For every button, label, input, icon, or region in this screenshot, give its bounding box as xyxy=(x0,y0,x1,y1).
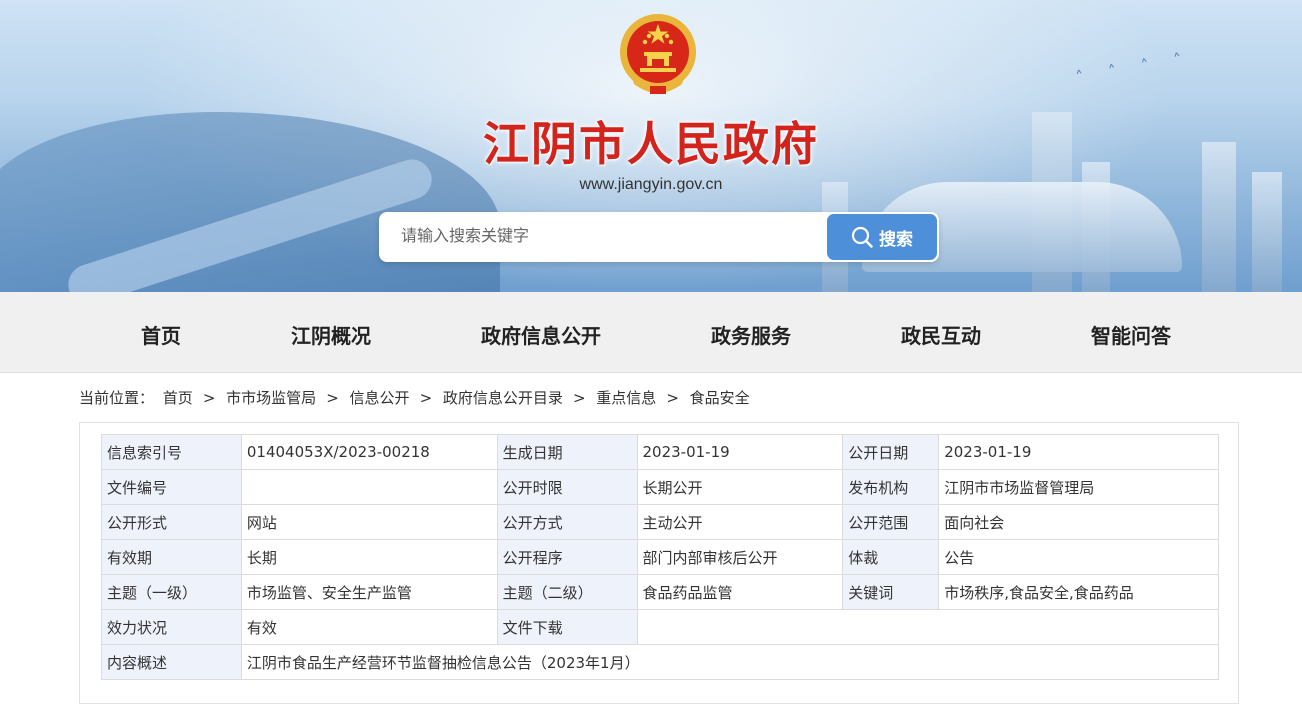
nav-item-interaction[interactable]: 政民互动 xyxy=(901,320,981,349)
national-emblem-icon xyxy=(620,14,696,94)
field-value: 2023-01-19 xyxy=(636,434,844,470)
field-value xyxy=(240,469,498,505)
field-value: 主动公开 xyxy=(636,504,844,540)
table-row: 信息索引号 01404053X/2023-00218 生成日期 2023-01-… xyxy=(101,434,1219,470)
breadcrumb-item[interactable]: 重点信息 xyxy=(596,389,656,407)
info-panel: 信息索引号 01404053X/2023-00218 生成日期 2023-01-… xyxy=(79,422,1239,704)
field-value: 江阴市市场监督管理局 xyxy=(938,469,1219,505)
field-label: 公开范围 xyxy=(842,504,940,540)
field-value: 长期 xyxy=(240,539,498,575)
field-value: 市场监管、安全生产监管 xyxy=(240,574,498,610)
breadcrumb-item[interactable]: 政府信息公开目录 xyxy=(443,389,563,407)
table-row: 内容概述 江阴市食品生产经营环节监督抽检信息公告（2023年1月） xyxy=(101,644,1220,680)
field-label: 主题（一级） xyxy=(101,574,242,610)
site-title: 江阴市人民政府 xyxy=(483,117,819,171)
field-label: 主题（二级） xyxy=(496,574,638,610)
info-table: 信息索引号 01404053X/2023-00218 生成日期 2023-01-… xyxy=(101,434,1220,680)
search-bar: 搜索 xyxy=(379,212,939,262)
breadcrumb-separator: > xyxy=(419,389,433,407)
field-label: 关键词 xyxy=(842,574,940,610)
header-banner: ˄ ˄ ˄ ˄ 江阴市人民政府 www.jiangyin.gov.cn 搜索 xyxy=(0,0,1302,292)
table-row: 效力状况 有效 文件下载 xyxy=(101,609,1219,645)
breadcrumb-prefix: 当前位置： xyxy=(79,389,155,407)
field-label: 公开形式 xyxy=(101,504,242,540)
nav-item-home[interactable]: 首页 xyxy=(141,320,181,349)
field-value: 部门内部审核后公开 xyxy=(636,539,844,575)
breadcrumb-separator: > xyxy=(666,389,679,407)
field-label: 公开日期 xyxy=(842,434,940,470)
nav-item-overview[interactable]: 江阴概况 xyxy=(291,320,371,349)
field-value: 长期公开 xyxy=(636,469,844,505)
field-value-summary: 江阴市食品生产经营环节监督抽检信息公告（2023年1月） xyxy=(240,644,1220,680)
field-value: 网站 xyxy=(240,504,498,540)
field-label: 文件编号 xyxy=(101,469,242,505)
breadcrumb-item[interactable]: 首页 xyxy=(163,389,193,407)
search-icon xyxy=(851,226,873,248)
site-url: www.jiangyin.gov.cn xyxy=(579,176,723,193)
search-input[interactable] xyxy=(379,212,819,262)
field-label: 信息索引号 xyxy=(101,434,242,470)
breadcrumb-separator: > xyxy=(572,389,586,407)
field-label: 发布机构 xyxy=(842,469,940,505)
field-label-download: 文件下载 xyxy=(496,609,638,645)
breadcrumb-separator: > xyxy=(326,389,339,407)
field-label-summary: 内容概述 xyxy=(101,644,242,680)
table-row: 公开形式 网站 公开方式 主动公开 公开范围 面向社会 xyxy=(101,504,1219,540)
field-value: 2023-01-19 xyxy=(938,434,1219,470)
search-button-label: 搜索 xyxy=(879,229,913,250)
field-label: 体裁 xyxy=(842,539,940,575)
table-row: 有效期 长期 公开程序 部门内部审核后公开 体裁 公告 xyxy=(101,539,1219,575)
field-label-validity: 效力状况 xyxy=(101,609,242,645)
field-label: 生成日期 xyxy=(496,434,638,470)
field-value: 市场秩序,食品安全,食品药品 xyxy=(938,574,1219,610)
field-value: 01404053X/2023-00218 xyxy=(240,434,498,470)
breadcrumb-item[interactable]: 市市场监管局 xyxy=(226,389,316,407)
breadcrumb-item[interactable]: 信息公开 xyxy=(350,389,410,407)
nav-item-info-disclosure[interactable]: 政府信息公开 xyxy=(481,320,601,349)
breadcrumb-item-current[interactable]: 食品安全 xyxy=(690,389,750,407)
nav-item-qa[interactable]: 智能问答 xyxy=(1091,320,1171,349)
field-value: 面向社会 xyxy=(938,504,1219,540)
breadcrumb: 当前位置： 首页 > 市市场监管局 > 信息公开 > 政府信息公开目录 > 重点信息 > … xyxy=(79,387,754,408)
table-row: 主题（一级） 市场监管、安全生产监管 主题（二级） 食品药品监管 关键词 市场秩… xyxy=(101,574,1219,610)
field-label: 公开程序 xyxy=(496,539,638,575)
field-value: 公告 xyxy=(938,539,1219,575)
field-label: 公开方式 xyxy=(496,504,638,540)
breadcrumb-separator: > xyxy=(202,389,216,407)
field-value: 食品药品监管 xyxy=(636,574,844,610)
search-button[interactable]: 搜索 xyxy=(827,214,937,260)
nav-item-services[interactable]: 政务服务 xyxy=(711,320,791,349)
field-label: 公开时限 xyxy=(496,469,638,505)
table-row: 文件编号 公开时限 长期公开 发布机构 江阴市市场监督管理局 xyxy=(101,469,1219,505)
field-value-validity: 有效 xyxy=(240,609,498,645)
download-cell xyxy=(636,609,1219,645)
field-label: 有效期 xyxy=(101,539,242,575)
